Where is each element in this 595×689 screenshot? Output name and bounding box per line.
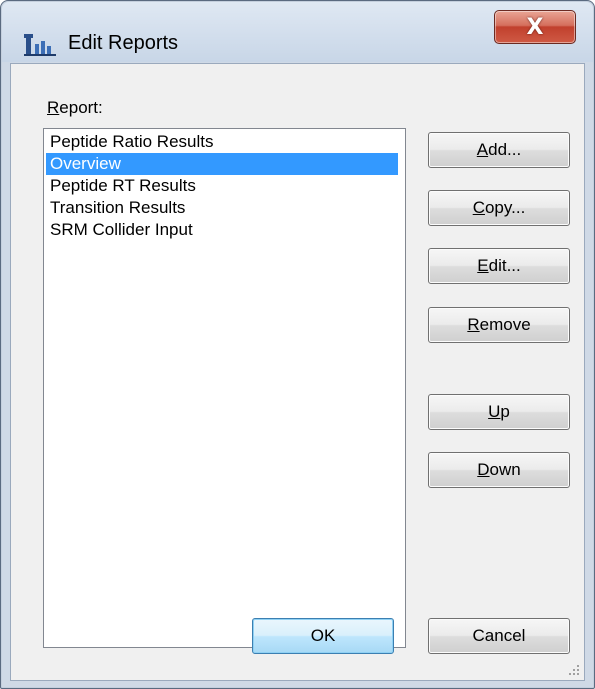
remove-button[interactable]: Remove <box>428 307 570 343</box>
title-bar[interactable]: Edit Reports X <box>2 2 593 62</box>
cancel-button[interactable]: Cancel <box>428 618 570 654</box>
close-icon: X <box>526 14 544 40</box>
report-list-item[interactable]: Overview <box>46 153 398 175</box>
up-button[interactable]: Up <box>428 394 570 430</box>
ok-button-label: OK <box>310 626 336 645</box>
down-button-label: Down <box>477 460 521 479</box>
add-button[interactable]: Add... <box>428 132 570 168</box>
up-button-label: Up <box>488 402 510 421</box>
add-button-label: Add... <box>476 140 522 159</box>
report-list-item[interactable]: Transition Results <box>46 197 398 219</box>
close-button[interactable]: X <box>494 10 576 44</box>
report-label-text: eport: <box>59 98 103 117</box>
cancel-button-label: Cancel <box>472 626 526 645</box>
app-chart-icon <box>24 34 56 56</box>
down-button[interactable]: Down <box>428 452 570 488</box>
report-list-item[interactable]: Peptide RT Results <box>46 175 398 197</box>
resize-grip-icon[interactable] <box>568 664 580 676</box>
copy-button[interactable]: Copy... <box>428 190 570 226</box>
remove-button-label: Remove <box>467 315 531 334</box>
window-title: Edit Reports <box>68 32 179 54</box>
report-label: Report: <box>47 98 103 118</box>
report-list-item[interactable]: SRM Collider Input <box>46 219 398 241</box>
dialog-body: Report: Peptide Ratio Results Overview Pep… <box>10 63 585 681</box>
edit-reports-dialog: Edit Reports X Report: Peptide Ratio Res… <box>0 0 595 689</box>
report-list[interactable]: Peptide Ratio Results Overview Peptide RT … <box>43 128 406 648</box>
edit-button[interactable]: Edit... <box>428 248 570 284</box>
edit-button-label: Edit... <box>477 256 521 275</box>
report-list-item[interactable]: Peptide Ratio Results <box>46 131 398 153</box>
report-label-mnemonic: R <box>47 98 60 117</box>
copy-button-label: Copy... <box>472 198 526 217</box>
ok-button[interactable]: OK <box>252 618 394 654</box>
